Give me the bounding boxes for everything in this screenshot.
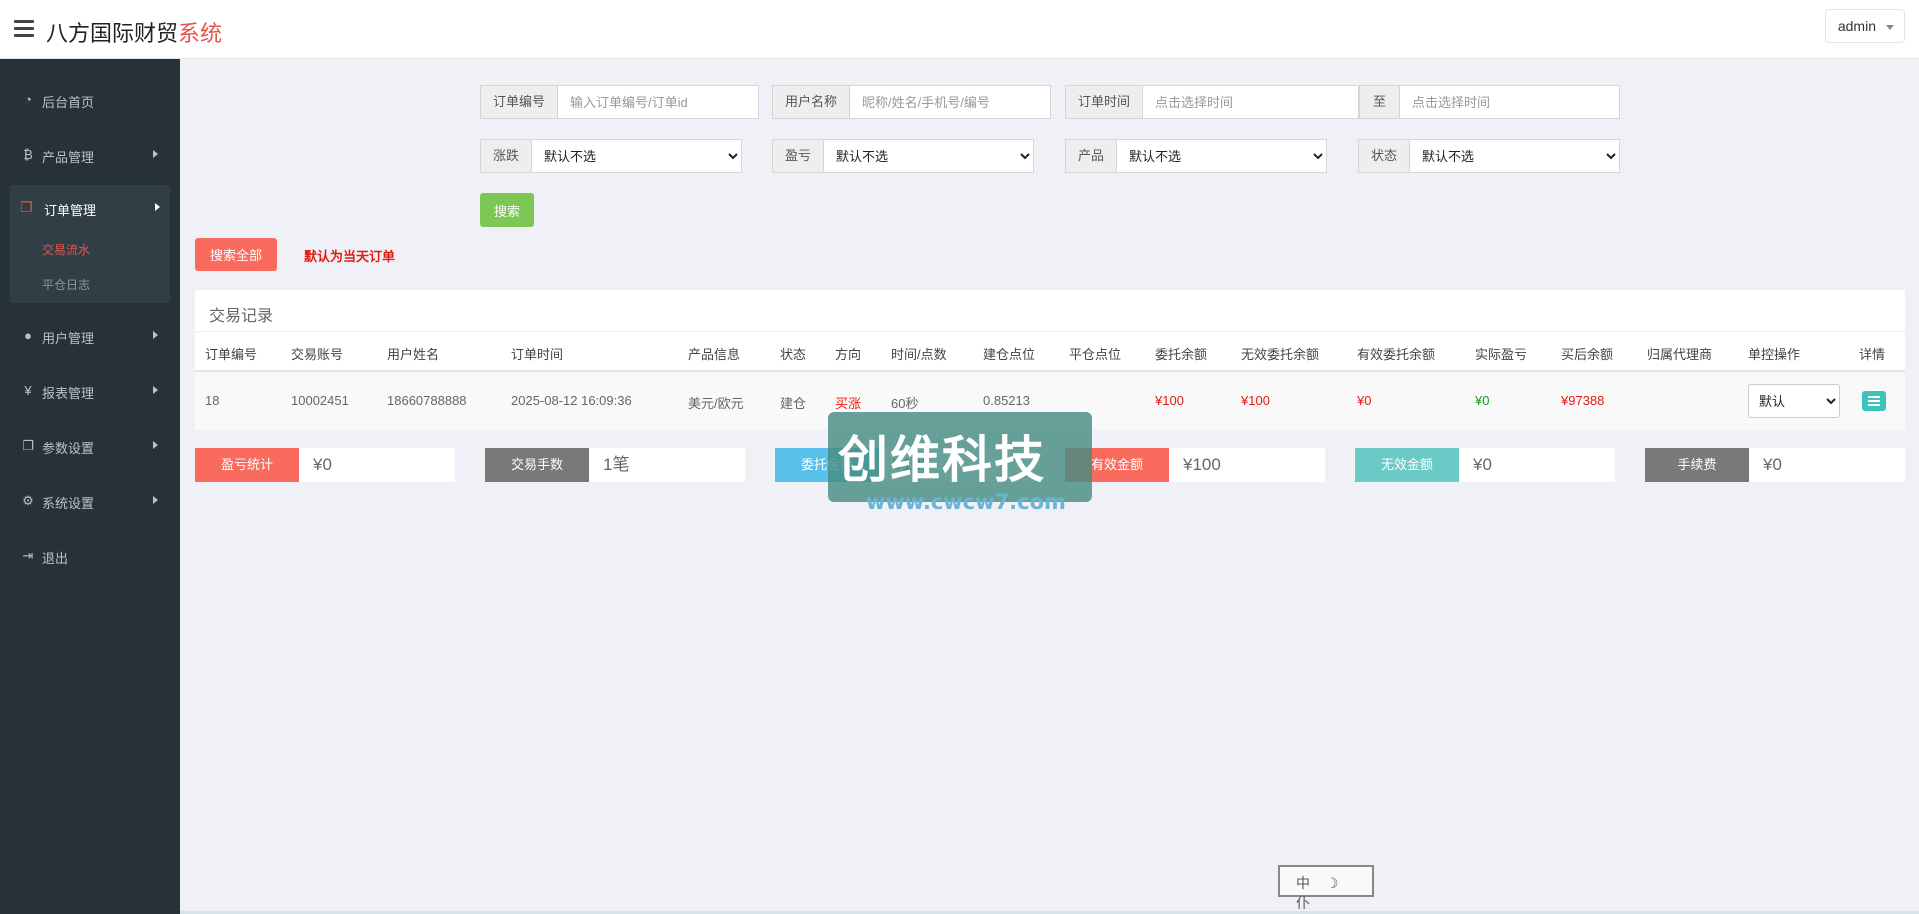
column-header: 方向 (835, 347, 862, 362)
column-header: 时间/点数 (891, 347, 947, 362)
order-no-input[interactable] (557, 85, 760, 119)
column-header: 详情 (1859, 347, 1886, 362)
cell-account: 10002451 (291, 393, 349, 408)
dashboard-icon: ◔ (24, 92, 32, 107)
top-bar: 八方国际财贸系统 admin (0, 0, 1919, 59)
user-name-field: 用户名称 (772, 85, 1052, 119)
time-end-input[interactable] (1399, 85, 1620, 119)
chevron-right-icon (155, 203, 160, 211)
stat-profit-loss: 盈亏统计 ¥0 (195, 448, 455, 482)
sidebar-item-orders[interactable]: ❐ 订单管理 (10, 185, 170, 229)
single-control-select[interactable]: 默认 (1748, 384, 1840, 418)
sidebar: ◔ 后台首页 ₿ 产品管理 ❐ 订单管理 交易流水 平仓日志 ● 用户管理 ¥ … (0, 59, 180, 914)
cell-direction: 买涨 (835, 396, 862, 411)
column-header: 订单编号 (205, 347, 258, 362)
menu-toggle-icon[interactable] (14, 20, 34, 38)
column-header: 归属代理商 (1647, 347, 1713, 362)
order-time-field: 订单时间 至 (1065, 85, 1620, 119)
seal-stamp: 中 ☽ 仆 (1278, 865, 1374, 911)
stat-trade-lots: 交易手数 1笔 (485, 448, 745, 482)
cell-order-no: 18 (205, 393, 220, 408)
user-icon: ● (24, 328, 32, 343)
stat-valid-amount: 有效金额 ¥100 (1065, 448, 1325, 482)
status-select[interactable]: 默认不选 (1409, 139, 1620, 173)
sidebar-item-reports[interactable]: ¥ 报表管理 (0, 369, 180, 413)
bitcoin-icon: ₿ (23, 147, 33, 162)
cell-name: 18660788888 (387, 393, 467, 408)
column-header: 有效委托余额 (1357, 347, 1436, 362)
chevron-right-icon (153, 386, 158, 394)
sidebar-item-system[interactable]: ⚙ 系统设置 (0, 479, 180, 523)
cell-status: 建仓 (780, 396, 807, 411)
order-no-field: 订单编号 (480, 85, 760, 119)
watermark-url: www.cwcw7.com (866, 490, 1066, 514)
status-field: 状态 默认不选 (1358, 139, 1620, 173)
sidebar-subitem-close-log[interactable]: 平仓日志 (42, 276, 90, 293)
copy-icon: ❐ (22, 438, 34, 453)
column-header: 产品信息 (688, 347, 741, 362)
cell-valid-entrust: ¥0 (1357, 393, 1372, 408)
column-header: 交易账号 (291, 347, 344, 362)
sidebar-item-logout[interactable]: ⇥ 退出 (0, 534, 180, 578)
stat-entrust-amount: 委托金额 ¥100 (775, 448, 1035, 482)
column-header: 委托余额 (1155, 347, 1208, 362)
chevron-right-icon (153, 150, 158, 158)
sidebar-item-params[interactable]: ❐ 参数设置 (0, 424, 180, 468)
cell-product: 美元/欧元 (688, 396, 744, 411)
detail-list-icon[interactable] (1862, 391, 1886, 411)
default-note: 默认为当天订单 (304, 249, 396, 264)
column-header: 单控操作 (1748, 347, 1801, 362)
profit-loss-select[interactable]: 默认不选 (823, 139, 1034, 173)
caret-down-icon (1886, 25, 1894, 30)
rise-fall-field: 涨跌 默认不选 (480, 139, 742, 173)
sidebar-item-home[interactable]: ◔ 后台首页 (0, 78, 180, 122)
chevron-right-icon (153, 441, 158, 449)
chevron-right-icon (153, 331, 158, 339)
column-header: 订单时间 (511, 347, 564, 362)
sign-out-icon: ⇥ (22, 548, 34, 563)
panel-title: 交易记录 (209, 308, 274, 325)
cell-balance-after: ¥97388 (1561, 393, 1605, 408)
copy-icon: ❐ (20, 199, 33, 215)
column-header: 实际盈亏 (1475, 347, 1528, 362)
cell-duration: 60秒 (891, 396, 919, 411)
column-header: 平仓点位 (1069, 347, 1122, 362)
sidebar-subitem-trade-flow[interactable]: 交易流水 (42, 241, 90, 258)
column-header: 用户姓名 (387, 347, 440, 362)
time-start-input[interactable] (1142, 85, 1360, 119)
product-field: 产品 默认不选 (1065, 139, 1327, 173)
cell-actual-pl: ¥0 (1475, 393, 1490, 408)
column-header: 状态 (780, 347, 807, 362)
cell-invalid-entrust: ¥100 (1241, 393, 1270, 408)
yen-icon: ¥ (24, 383, 32, 398)
cell-time: 2025-08-12 16:09:36 (511, 393, 632, 408)
column-header: 无效委托余额 (1241, 347, 1320, 362)
search-all-button[interactable]: 搜索全部 (195, 238, 277, 271)
profit-loss-field: 盈亏 默认不选 (772, 139, 1034, 173)
cell-open-price: 0.85213 (983, 393, 1030, 408)
rise-fall-select[interactable]: 默认不选 (531, 139, 742, 173)
column-header: 建仓点位 (983, 347, 1036, 362)
gears-icon: ⚙ (22, 493, 34, 508)
user-name-input[interactable] (849, 85, 1052, 119)
user-menu-button[interactable]: admin (1824, 9, 1905, 43)
sidebar-group-orders: ❐ 订单管理 交易流水 平仓日志 (10, 185, 170, 303)
brand-title: 八方国际财贸系统 (46, 21, 223, 46)
sidebar-item-products[interactable]: ₿ 产品管理 (0, 133, 180, 177)
chevron-right-icon (153, 496, 158, 504)
trade-records-panel: 交易记录 订单编号 交易账号 用户姓名 订单时间 产品信息 状态 方向 时间/点… (195, 290, 1905, 430)
product-select[interactable]: 默认不选 (1116, 139, 1327, 173)
search-button[interactable]: 搜索 (480, 193, 534, 227)
stat-invalid-amount: 无效金额 ¥0 (1355, 448, 1615, 482)
cell-entrust: ¥100 (1155, 393, 1184, 408)
stat-fee: 手续费 ¥0 (1645, 448, 1905, 482)
column-header: 买后余额 (1561, 347, 1614, 362)
sidebar-item-users[interactable]: ● 用户管理 (0, 314, 180, 358)
